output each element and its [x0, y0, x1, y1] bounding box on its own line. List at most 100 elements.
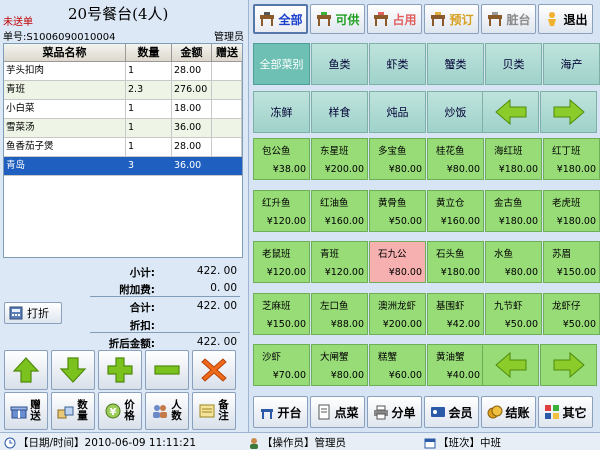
remark-button[interactable]: 备注 [192, 392, 236, 430]
gift-button[interactable]: 赠送 [4, 392, 48, 430]
dish-item[interactable]: 红升鱼 ¥120.00 [253, 189, 310, 232]
column-header-amount[interactable]: 金额 [172, 44, 212, 61]
order-dish-button[interactable]: 点菜 [310, 396, 365, 428]
people-button[interactable]: 人数 [145, 392, 189, 430]
category-prev-button[interactable] [482, 91, 539, 133]
dish-item[interactable]: 红油鱼 ¥160.00 [311, 189, 368, 232]
item-amount-cell: 28.00 [172, 62, 212, 80]
dish-price: ¥180.00 [498, 215, 538, 227]
category-tab[interactable]: 蟹类 [427, 43, 484, 85]
dish-item[interactable]: 黄骨鱼 ¥50.00 [369, 189, 426, 232]
category-grid: 全部菜别 鱼类 虾类 蟹类 贝类 海产冻鲜 样食 炖品 炒饭 [253, 43, 600, 133]
discount-button[interactable]: 打折 [4, 302, 62, 324]
table-filter-bar: 全部 可供 占用 预订 脏台 退出 [253, 4, 593, 34]
dish-name: 黄油蟹 [436, 352, 465, 363]
column-header-gift[interactable]: 赠送 [212, 44, 242, 61]
dish-item[interactable]: 桂花鱼 ¥80.00 [427, 138, 484, 180]
other-label: 其它 [562, 405, 587, 420]
item-gift-cell [212, 100, 242, 118]
dish-item[interactable]: 苏眉 ¥150.00 [543, 241, 600, 283]
table-row[interactable]: 青班 2.3 276.00 [4, 81, 242, 100]
column-header-name[interactable]: 菜品名称 [4, 44, 126, 61]
dish-item[interactable]: 石九公 ¥80.00 [369, 241, 426, 283]
dish-item[interactable]: 九节虾 ¥50.00 [485, 292, 542, 335]
table-row[interactable]: 雪菜汤 1 36.00 [4, 119, 242, 138]
gift-button-label: 赠送 [30, 399, 41, 422]
table-body: 芋头扣肉 1 28.00 青班 2.3 276.00 小白菜 1 18.00 雪菜汤 1 36.00 鱼… [4, 62, 242, 176]
dish-item[interactable]: 青班 ¥120.00 [311, 241, 368, 283]
dish-name: 青班 [320, 249, 340, 260]
category-next-button[interactable] [540, 91, 597, 133]
category-tab[interactable]: 虾类 [369, 43, 426, 85]
table-row[interactable]: 小白菜 1 18.00 [4, 100, 242, 119]
split-bill-button[interactable]: 分单 [367, 396, 422, 428]
open-table-button[interactable]: 开台 [253, 396, 308, 428]
order-items-table[interactable]: 菜品名称 数量 金额 赠送 芋头扣肉 1 28.00 青班 2.3 276.00 小白菜 1 1… [3, 43, 243, 258]
dish-item[interactable]: 水鱼 ¥80.00 [485, 241, 542, 283]
dish-item[interactable]: 老鼠班 ¥120.00 [253, 241, 310, 283]
dish-price: ¥180.00 [498, 164, 538, 175]
dish-item[interactable]: 左口鱼 ¥88.00 [311, 292, 368, 335]
dish-item[interactable]: 黄立仓 ¥160.00 [427, 189, 484, 232]
column-header-qty[interactable]: 数量 [126, 44, 172, 61]
category-tab[interactable]: 海产 [543, 43, 600, 85]
move-down-button[interactable] [51, 350, 95, 390]
dish-item[interactable]: 澳洲龙虾 ¥200.00 [369, 292, 426, 335]
dish-next-page-button[interactable] [540, 344, 597, 386]
reserved-tables-button[interactable]: 预订 [424, 4, 479, 34]
order-action-buttons: 赠送 数量 ¥ 价格 人数 备注 [4, 392, 236, 430]
dish-name: 黄骨鱼 [378, 197, 407, 209]
move-up-button[interactable] [4, 350, 48, 390]
category-tab[interactable]: 炖品 [369, 91, 426, 133]
dish-prev-page-button[interactable] [482, 344, 539, 386]
dish-item[interactable]: 石头鱼 ¥180.00 [427, 241, 484, 283]
add-qty-button[interactable] [98, 350, 142, 390]
exit-tables-button[interactable]: 退出 [538, 4, 593, 34]
dish-item[interactable]: 包公鱼 ¥38.00 [253, 138, 310, 180]
dish-item[interactable]: 芝麻班 ¥150.00 [253, 292, 310, 335]
dish-item[interactable]: 东星班 ¥200.00 [311, 138, 368, 180]
shift-text: 【班次】中班 [438, 437, 501, 449]
category-tab[interactable]: 炒饭 [427, 91, 484, 133]
item-amount-cell: 28.00 [172, 138, 212, 156]
dining-table-icon [431, 12, 446, 26]
dish-item[interactable]: 基围虾 ¥42.00 [427, 292, 484, 335]
dish-item[interactable]: 金古鱼 ¥180.00 [485, 189, 542, 232]
table-row[interactable]: 鱼香茄子煲 1 28.00 [4, 138, 242, 157]
apps-icon [545, 405, 560, 419]
category-tab[interactable]: 全部菜别 [253, 43, 310, 85]
dish-item[interactable]: 沙虾 ¥70.00 [253, 344, 310, 386]
price-button[interactable]: ¥ 价格 [98, 392, 142, 430]
table-row[interactable]: 芋头扣肉 1 28.00 [4, 62, 242, 81]
dish-item[interactable]: 多宝鱼 ¥80.00 [369, 138, 426, 180]
dish-item[interactable]: 龙虾仔 ¥50.00 [543, 292, 600, 335]
dish-price: ¥60.00 [388, 370, 422, 381]
all-tables-button[interactable]: 全部 [253, 4, 308, 34]
dirty-tables-button[interactable]: 脏台 [481, 4, 536, 34]
table-icon [261, 409, 274, 419]
dish-item[interactable]: 大闸蟹 ¥80.00 [311, 344, 368, 386]
dish-item[interactable]: 黄油蟹 ¥40.00 [427, 344, 484, 386]
category-tab[interactable]: 冻鲜 [253, 91, 310, 133]
close-icon [201, 358, 227, 382]
occupied-tables-button[interactable]: 占用 [367, 4, 422, 34]
other-button[interactable]: 其它 [538, 396, 593, 428]
category-tab[interactable]: 样食 [311, 91, 368, 133]
dish-item[interactable]: 海红班 ¥180.00 [485, 138, 542, 180]
order-status: 未送单 [3, 17, 33, 28]
dish-item[interactable]: 老虎班 ¥180.00 [543, 189, 600, 232]
category-tab[interactable]: 鱼类 [311, 43, 368, 85]
dish-item[interactable]: 红丁班 ¥180.00 [543, 138, 600, 180]
reduce-qty-button[interactable] [145, 350, 189, 390]
dish-name: 老鼠班 [262, 249, 291, 260]
dish-name: 石头鱼 [436, 249, 465, 260]
checkout-button[interactable]: 结账 [481, 396, 536, 428]
delete-item-button[interactable] [192, 350, 236, 390]
qty-button[interactable]: 数量 [51, 392, 95, 430]
available-tables-button[interactable]: 可供 [310, 4, 365, 34]
category-tab[interactable]: 贝类 [485, 43, 542, 85]
calculator-icon [9, 306, 23, 320]
table-row[interactable]: 青岛 3 36.00 [4, 157, 242, 176]
member-button[interactable]: 会员 [424, 396, 479, 428]
dish-item[interactable]: 糕蟹 ¥60.00 [369, 344, 426, 386]
